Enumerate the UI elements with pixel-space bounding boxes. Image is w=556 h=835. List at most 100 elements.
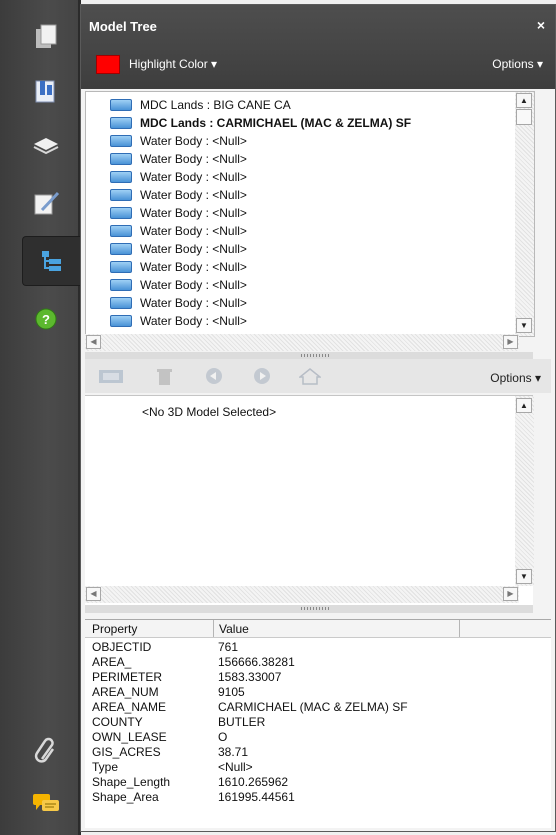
property-name: AREA_NUM (92, 685, 159, 699)
property-name: AREA_ (92, 655, 132, 669)
property-row: Type <Null> (85, 760, 551, 774)
node-icon (110, 261, 132, 273)
tree-item-label: Water Body : <Null> (140, 170, 247, 184)
model-scroll-left-button[interactable]: ◀ (86, 587, 101, 601)
tree-item[interactable]: Water Body : <Null> (110, 168, 247, 186)
forward-arrow-icon[interactable] (251, 367, 273, 385)
property-row: AREA_ 156666.38281 (85, 655, 551, 669)
bookmarks-icon[interactable] (24, 70, 68, 112)
model-scroll-right-button[interactable]: ▶ (503, 587, 518, 601)
property-name: Shape_Area (92, 790, 159, 804)
property-value: 38.71 (218, 745, 249, 759)
node-icon (110, 189, 132, 201)
tree-item[interactable]: Water Body : <Null> (110, 204, 247, 222)
tree-item-label: MDC Lands : CARMICHAEL (MAC & ZELMA) SF (140, 116, 412, 130)
property-value: 1583.33007 (218, 670, 282, 684)
scroll-down-button[interactable]: ▼ (516, 318, 532, 333)
value-column-header: Value (219, 622, 249, 636)
tree-item[interactable]: Water Body : <Null> (110, 222, 247, 240)
tree-vertical-scrollbar[interactable]: ▲ ▼ (515, 92, 534, 336)
property-name: COUNTY (92, 715, 143, 729)
property-row: Shape_Length 1610.265962 (85, 775, 551, 789)
model-horizontal-scrollbar[interactable]: ◀ ▶ (85, 586, 519, 603)
highlight-color-swatch[interactable] (96, 55, 120, 74)
scroll-up-button[interactable]: ▲ (516, 93, 532, 108)
back-arrow-icon[interactable] (203, 367, 225, 385)
layers-icon[interactable] (24, 124, 68, 166)
property-value: 761 (218, 640, 239, 654)
tree-item[interactable]: Water Body : <Null> (110, 258, 247, 276)
property-name: Shape_Length (92, 775, 171, 789)
property-value: CARMICHAEL (MAC & ZELMA) SF (218, 700, 408, 714)
panel-header: Model Tree × Highlight Color ▾ Options ▾ (81, 5, 555, 89)
property-column-header: Property (92, 622, 138, 636)
model-scroll-up-button[interactable]: ▲ (516, 398, 532, 413)
scroll-right-button[interactable]: ▶ (503, 335, 518, 349)
node-icon (110, 153, 132, 165)
property-value: 9105 (218, 685, 245, 699)
node-icon (110, 315, 132, 327)
property-row: OBJECTID 761 (85, 640, 551, 654)
node-icon (110, 171, 132, 183)
property-name: AREA_NAME (92, 700, 167, 714)
tree-item[interactable]: MDC Lands : CARMICHAEL (MAC & ZELMA) SF (110, 114, 411, 132)
properties-table: Property Value OBJECTID 761 AREA_ 156666.38… (85, 619, 551, 828)
attachments-icon[interactable] (24, 730, 68, 772)
property-name: GIS_ACRES (92, 745, 161, 759)
node-icon (110, 243, 132, 255)
tree-item[interactable]: MDC Lands : BIG CANE CA (110, 96, 291, 114)
tree-options-menu[interactable]: Options ▾ (492, 57, 543, 71)
tree-item-label: Water Body : <Null> (140, 188, 247, 202)
tree-item[interactable]: Water Body : <Null> (110, 240, 247, 258)
tree-item-label: Water Body : <Null> (140, 152, 247, 166)
model-tree-panel: Model Tree × Highlight Color ▾ Options ▾… (80, 4, 556, 832)
tree-item-label: MDC Lands : BIG CANE CA (140, 98, 291, 112)
tree-item-label: Water Body : <Null> (140, 314, 247, 328)
node-icon (110, 297, 132, 309)
comments-icon[interactable] (24, 782, 68, 824)
tree-item[interactable]: Water Body : <Null> (110, 150, 247, 168)
close-panel-button[interactable]: × (537, 17, 545, 33)
panel-title: Model Tree (89, 19, 157, 34)
model-view-area: <No 3D Model Selected> (85, 395, 533, 606)
tree-item[interactable]: Water Body : <Null> (110, 132, 247, 150)
property-value: 161995.44561 (218, 790, 295, 804)
tree-item-label: Water Body : <Null> (140, 134, 247, 148)
property-row: COUNTY BUTLER (85, 715, 551, 729)
scroll-thumb[interactable] (516, 109, 532, 125)
tree-item-label: Water Body : <Null> (140, 296, 247, 310)
tree-item[interactable]: Water Body : <Null> (110, 186, 247, 204)
node-icon (110, 99, 132, 111)
tree-item[interactable]: Water Body : <Null> (110, 294, 247, 312)
property-name: PERIMETER (92, 670, 163, 684)
svg-text:?: ? (42, 312, 50, 327)
show-hide-icon[interactable] (97, 367, 127, 385)
home-icon[interactable] (299, 367, 321, 385)
tree-item-label: Water Body : <Null> (140, 242, 247, 256)
model-tree-list: MDC Lands : BIG CANE CA MDC Lands : CARMI… (85, 91, 535, 337)
tree-item-label: Water Body : <Null> (140, 224, 247, 238)
highlight-color-dropdown[interactable]: Highlight Color ▾ (129, 57, 217, 71)
help-icon[interactable]: ? (24, 298, 68, 340)
props-splitter[interactable] (85, 605, 533, 613)
tree-horizontal-scrollbar[interactable]: ◀ ▶ (85, 334, 519, 351)
property-value: <Null> (218, 760, 253, 774)
node-icon (110, 225, 132, 237)
pages-icon[interactable] (24, 16, 68, 58)
property-row: OWN_LEASE O (85, 730, 551, 744)
tree-item[interactable]: Water Body : <Null> (110, 276, 247, 294)
tree-item[interactable]: Water Body : <Null> (110, 312, 247, 330)
model-tree-icon[interactable] (22, 236, 83, 286)
trash-icon[interactable] (153, 367, 175, 385)
property-name: OWN_LEASE (92, 730, 167, 744)
no-model-message: <No 3D Model Selected> (142, 405, 277, 419)
tree-item-label: Water Body : <Null> (140, 260, 247, 274)
property-value: 156666.38281 (218, 655, 295, 669)
scroll-left-button[interactable]: ◀ (86, 335, 101, 349)
model-options-menu[interactable]: Options ▾ (490, 371, 541, 385)
model-scroll-down-button[interactable]: ▼ (516, 569, 532, 584)
node-icon (110, 279, 132, 291)
node-icon (110, 135, 132, 147)
signatures-icon[interactable] (24, 182, 68, 224)
model-vertical-scrollbar[interactable]: ▲ ▼ (515, 396, 534, 586)
